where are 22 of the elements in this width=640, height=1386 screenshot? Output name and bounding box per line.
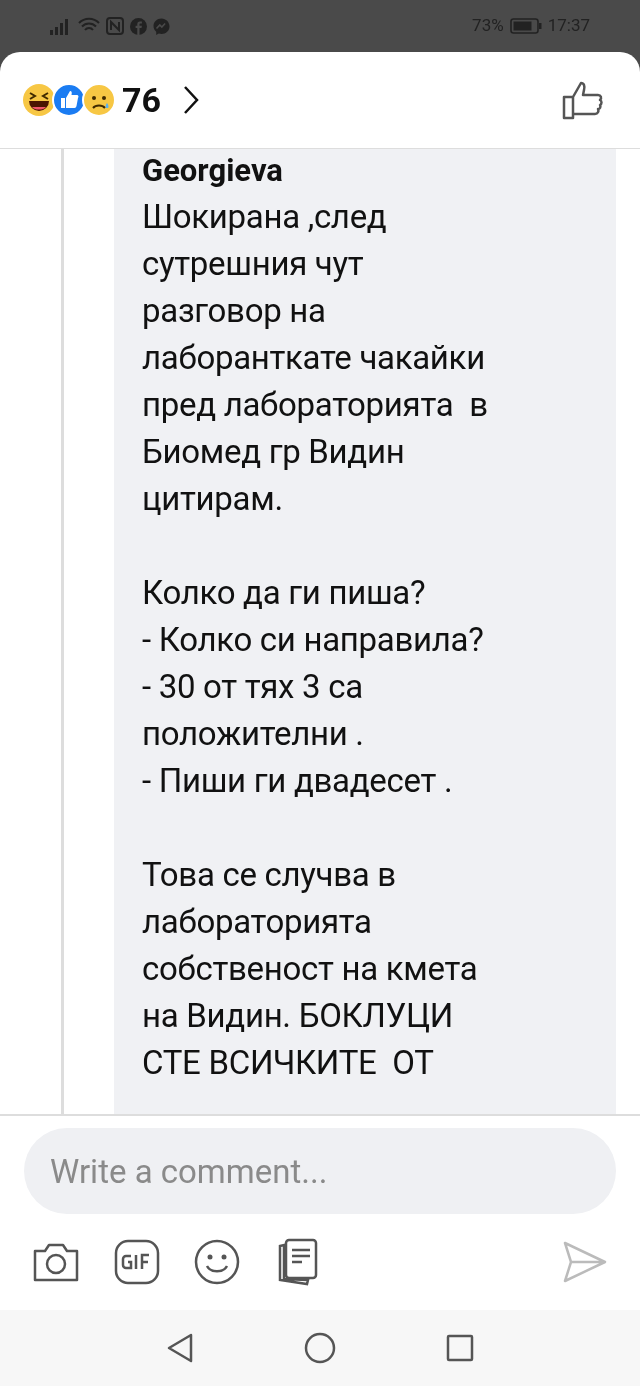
smiley-icon[interactable]	[194, 1239, 240, 1285]
reactions-summary[interactable]: 76	[22, 74, 199, 126]
comment-text: Колко да ги пиша? - Колко си направила? - 30 от тях 3 са положителни . - Пиши ги двадесет .	[142, 572, 485, 802]
comment-input[interactable]: Write a comment...	[24, 1128, 616, 1214]
chevron-right-icon	[183, 85, 199, 115]
messenger-icon	[153, 17, 170, 35]
back-nav-icon[interactable]	[166, 1332, 194, 1364]
gif-icon[interactable]	[114, 1239, 160, 1285]
battery-icon	[509, 18, 542, 34]
laughing-emoji-icon	[22, 83, 56, 117]
nfc-icon	[106, 17, 124, 35]
recents-nav-icon[interactable]	[446, 1334, 474, 1362]
like-reaction-icon	[52, 83, 86, 117]
comment-author[interactable]: Georgieva	[142, 149, 610, 193]
home-nav-icon[interactable]	[304, 1332, 336, 1364]
comment-text: Шокирана ,след сутрешния чут разговор на лаборанткате чакайки пред лабораторията в Биомед гр Видин цитирам.	[142, 196, 489, 520]
sad-emoji-icon	[82, 83, 116, 117]
reaction-count: 76	[122, 78, 161, 122]
facebook-icon	[130, 17, 147, 35]
camera-icon[interactable]	[32, 1241, 80, 1283]
thumbs-up-icon[interactable]	[562, 80, 604, 120]
comment-text: Това се случва в лабораторията собственост на кмета на Видин. БОКЛУЦИ СТЕ ВСИЧКИТЕ ОТ	[142, 854, 479, 1084]
